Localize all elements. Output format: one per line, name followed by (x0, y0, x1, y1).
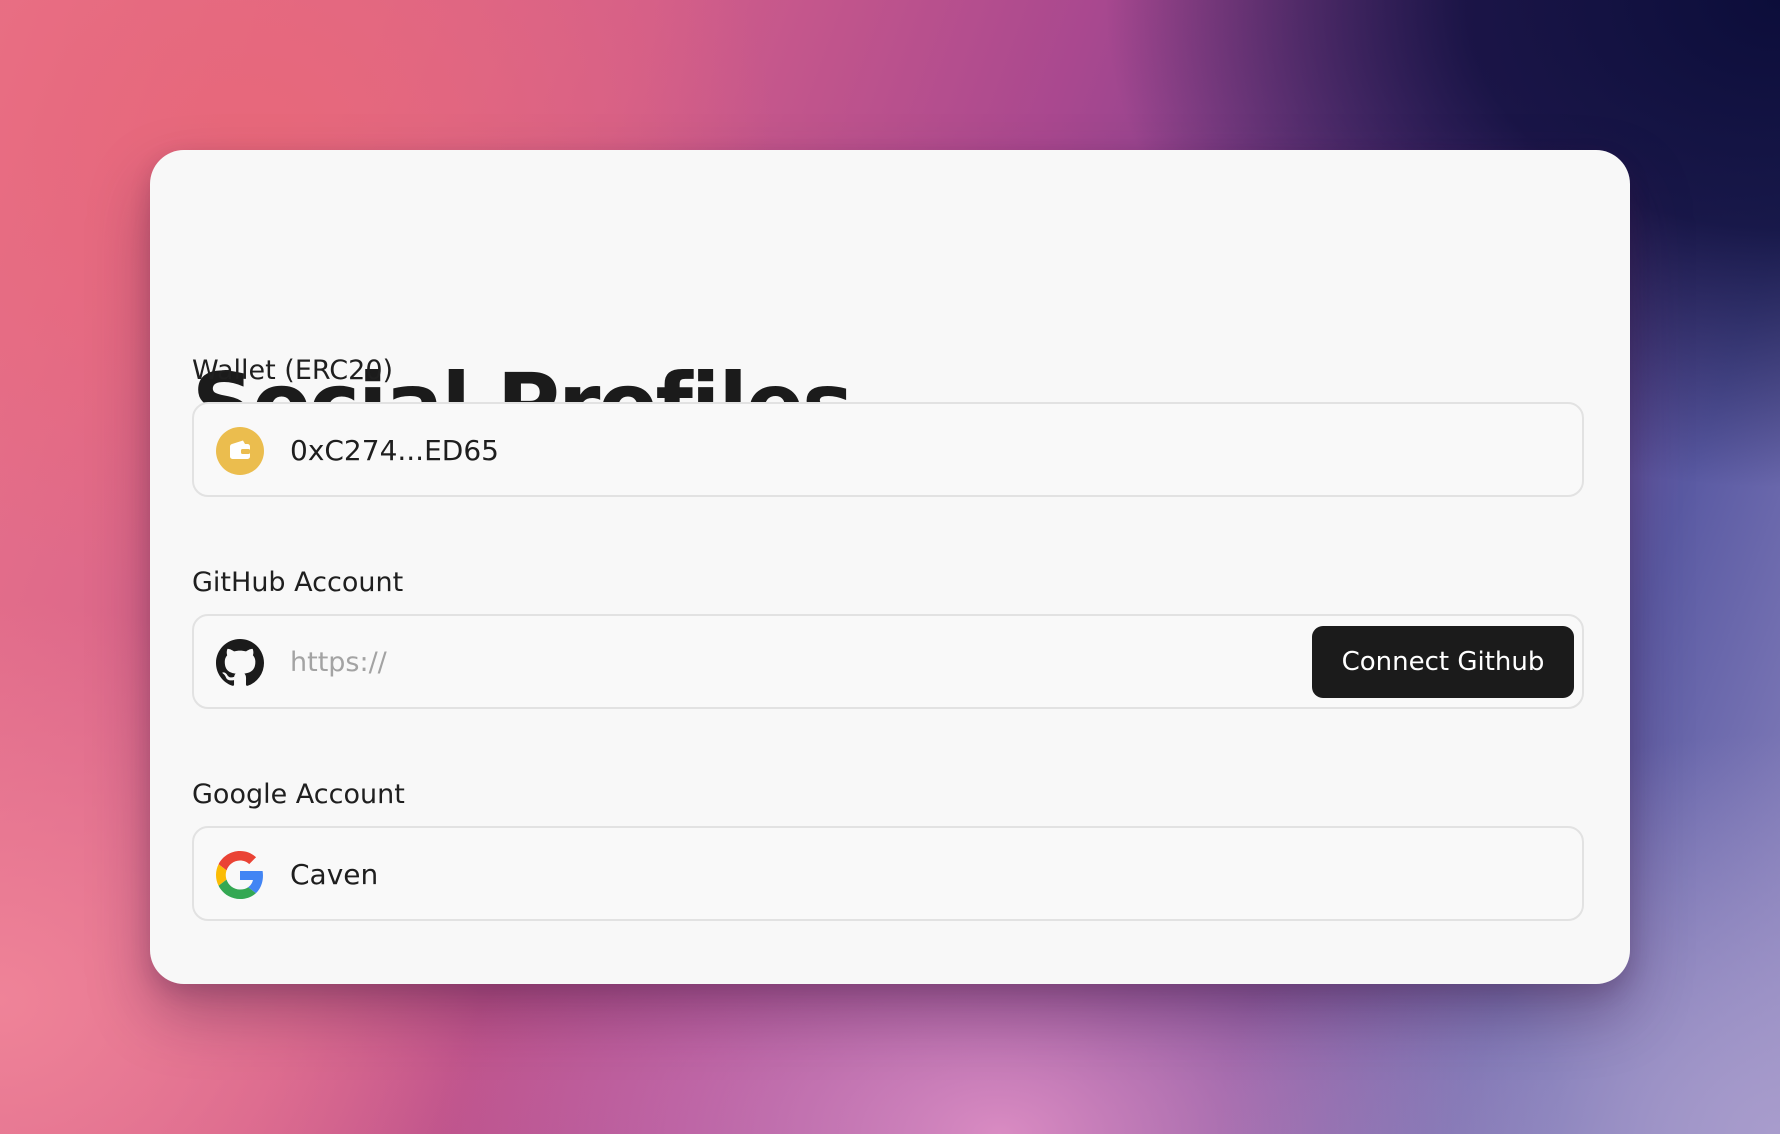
wallet-label: Wallet (ERC20) (192, 355, 394, 386)
github-icon (216, 639, 264, 687)
google-label: Google Account (192, 779, 405, 810)
wallet-address: 0xC274...ED65 (290, 434, 499, 467)
google-account-name: Caven (290, 858, 379, 891)
google-icon (216, 851, 264, 899)
github-field: Connect Github (192, 614, 1584, 709)
connect-github-button[interactable]: Connect Github (1312, 626, 1574, 698)
github-label: GitHub Account (192, 567, 404, 598)
wallet-field[interactable]: 0xC274...ED65 (192, 402, 1584, 497)
social-profiles-card: Social Profiles Wallet (ERC20) 0xC274...… (150, 150, 1630, 984)
google-field[interactable]: Caven (192, 826, 1584, 921)
wallet-icon (216, 427, 264, 475)
github-url-input[interactable] (290, 640, 1250, 684)
